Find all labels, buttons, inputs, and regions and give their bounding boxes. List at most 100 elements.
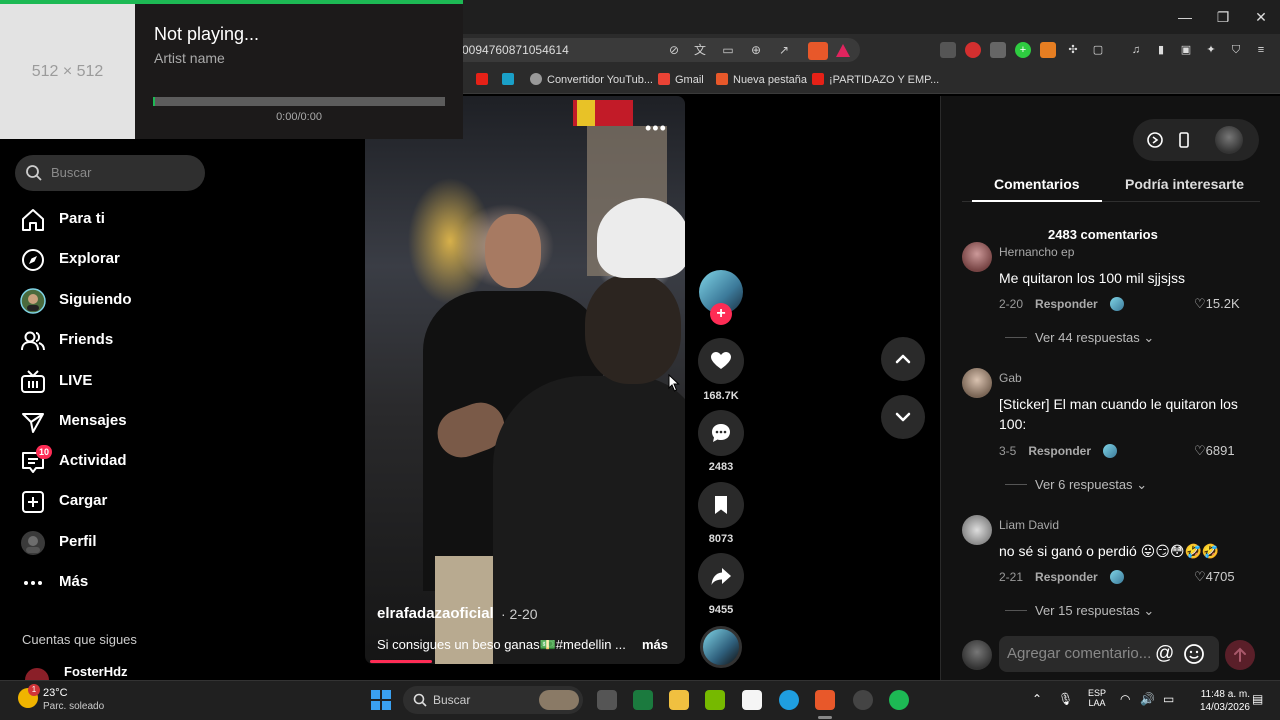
nav-item-siguiendo[interactable]: Siguiendo: [20, 286, 220, 316]
video-more-options-icon[interactable]: •••: [645, 118, 667, 139]
extension-plus-icon[interactable]: +: [1015, 42, 1031, 58]
reply-button[interactable]: Responder: [1035, 570, 1098, 584]
nav-item-cargar[interactable]: Cargar: [20, 487, 220, 517]
extension-orange-icon[interactable]: [1040, 42, 1056, 58]
comment-avatar[interactable]: [962, 242, 992, 272]
media-control-icon[interactable]: ♫: [1128, 42, 1144, 58]
weather-condition[interactable]: Parc. soleado: [43, 701, 104, 712]
bookmark-converter[interactable]: Convertidor YouTub...: [530, 73, 653, 86]
notifications-icon[interactable]: ▤: [1252, 692, 1263, 706]
music-disc-icon[interactable]: [700, 626, 742, 668]
battery-icon[interactable]: ▭: [1163, 692, 1174, 706]
tab-podria-interesarte[interactable]: Podría interesarte: [1125, 176, 1244, 192]
share-button[interactable]: [698, 553, 744, 599]
chatgpt-icon[interactable]: [853, 690, 873, 710]
nav-item-para-ti[interactable]: Para ti: [20, 205, 220, 235]
extension-clipboard-icon[interactable]: [940, 42, 956, 58]
video-progress-bar[interactable]: [370, 660, 432, 663]
previous-video-button[interactable]: [881, 337, 925, 381]
weather-temperature[interactable]: 23°C: [43, 687, 68, 699]
comment-username[interactable]: Gab: [999, 371, 1022, 385]
follow-plus-icon[interactable]: +: [710, 303, 732, 325]
like-button[interactable]: [698, 338, 744, 384]
minimize-button[interactable]: —: [1166, 6, 1204, 28]
app-icon-green-hat[interactable]: [633, 690, 653, 710]
address-url[interactable]: 0094760871054614: [462, 43, 569, 57]
nav-item-friends[interactable]: Friends: [20, 326, 220, 356]
nav-item-explorar[interactable]: Explorar: [20, 245, 220, 275]
following-user-name[interactable]: FosterHdz: [64, 664, 128, 679]
comment-button[interactable]: [698, 410, 744, 456]
view-replies-button[interactable]: Ver 15 respuestas ⌄: [1005, 603, 1154, 619]
caption-more-button[interactable]: más: [642, 637, 668, 652]
emoji-icon[interactable]: [1183, 643, 1205, 665]
post-comment-button[interactable]: [1225, 640, 1255, 670]
comment-like-button[interactable]: ♡4705: [1194, 569, 1235, 585]
reply-button[interactable]: Responder: [1028, 444, 1091, 458]
language-indicator[interactable]: ESP LAA: [1084, 688, 1110, 708]
brave-shield-icon[interactable]: [808, 42, 828, 60]
maximize-button[interactable]: ❐: [1204, 6, 1242, 28]
media-seek-bar[interactable]: [153, 97, 445, 106]
extensions-puzzle-icon[interactable]: ✣: [1065, 42, 1081, 58]
reply-button[interactable]: Responder: [1035, 297, 1098, 311]
wifi-icon[interactable]: ◠: [1120, 692, 1130, 706]
comment-like-button[interactable]: ♡15.2K: [1194, 296, 1240, 312]
brave-rewards-icon[interactable]: [836, 44, 850, 57]
taskbar-search[interactable]: Buscar: [403, 686, 583, 714]
next-video-button[interactable]: [881, 395, 925, 439]
video-author[interactable]: elrafadazaoficial: [377, 605, 494, 622]
view-replies-button[interactable]: Ver 44 respuestas ⌄: [1005, 330, 1154, 346]
taskbar-clock[interactable]: 11:48 a. m. 14/03/2026: [1190, 688, 1250, 714]
capcut-icon[interactable]: [742, 690, 762, 710]
windows-start-icon[interactable]: [371, 690, 391, 710]
nav-item-actividad[interactable]: 10 Actividad: [20, 445, 220, 477]
comment-like-button[interactable]: ♡6891: [1194, 443, 1235, 459]
close-window-button[interactable]: ✕: [1242, 6, 1280, 28]
microphone-icon[interactable]: 🎙: [1058, 692, 1073, 706]
video-player[interactable]: [365, 96, 685, 664]
nav-item-live[interactable]: LIVE: [20, 367, 220, 397]
tray-chevron-up-icon[interactable]: ⌃: [1032, 692, 1042, 706]
bookmark-partidazo[interactable]: ¡PARTIDAZO Y EMP...: [812, 73, 939, 86]
file-explorer-icon[interactable]: [669, 690, 689, 710]
translate-icon[interactable]: 文: [692, 42, 708, 58]
extension-window-icon[interactable]: ▢: [1090, 42, 1106, 58]
coin-icon[interactable]: [1146, 131, 1164, 149]
nav-item-mensajes[interactable]: Mensajes: [20, 407, 220, 437]
browser-menu-icon[interactable]: ≡: [1253, 42, 1269, 58]
task-view-icon[interactable]: [597, 690, 617, 710]
wallet-icon[interactable]: ▣: [1178, 42, 1194, 58]
spotify-icon[interactable]: [889, 690, 909, 710]
brave-browser-icon[interactable]: [815, 690, 835, 710]
extension-red-icon[interactable]: [965, 42, 981, 58]
mobile-app-icon[interactable]: [1175, 131, 1193, 149]
account-avatar[interactable]: [1215, 126, 1243, 154]
comment-avatar[interactable]: [962, 515, 992, 545]
comment-username[interactable]: Liam David: [999, 518, 1059, 532]
comment-input[interactable]: Agregar comentario... @: [999, 636, 1219, 672]
bookmark-l[interactable]: [502, 73, 519, 86]
nav-item-perfil[interactable]: Perfil: [20, 528, 220, 558]
share-icon[interactable]: ↗: [776, 42, 792, 58]
leo-ai-icon[interactable]: ✦: [1203, 42, 1219, 58]
extension-image-icon[interactable]: [990, 42, 1006, 58]
comment-username[interactable]: Hernancho ep: [999, 245, 1074, 259]
zoom-icon[interactable]: ⊕: [748, 42, 764, 58]
tab-comentarios[interactable]: Comentarios: [994, 176, 1080, 192]
save-button[interactable]: [698, 482, 744, 528]
sidebar-toggle-icon[interactable]: ▮: [1153, 42, 1169, 58]
vpn-shield-icon[interactable]: ⛉: [1228, 42, 1244, 58]
edge-icon[interactable]: [779, 690, 799, 710]
bookmark-youtube[interactable]: [476, 73, 493, 86]
view-replies-button[interactable]: Ver 6 respuestas ⌄: [1005, 477, 1147, 493]
search-input[interactable]: Buscar: [15, 155, 205, 191]
nvidia-icon[interactable]: [705, 690, 725, 710]
mention-icon[interactable]: @: [1155, 643, 1174, 665]
cast-icon[interactable]: ▭: [720, 42, 736, 58]
bookmark-new-tab[interactable]: Nueva pestaña: [716, 73, 807, 86]
no-tracking-icon[interactable]: ⊘: [666, 42, 682, 58]
nav-item-mas[interactable]: Más: [20, 568, 220, 598]
bookmark-gmail[interactable]: Gmail: [658, 73, 704, 86]
comment-avatar[interactable]: [962, 368, 992, 398]
